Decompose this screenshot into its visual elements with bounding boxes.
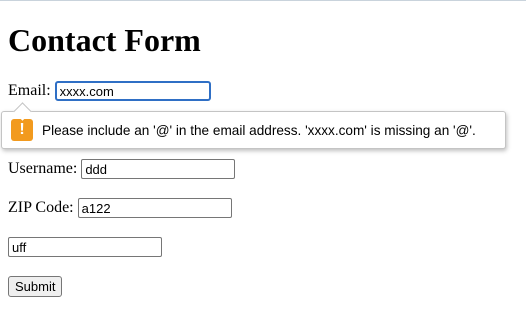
warning-icon: !	[11, 119, 33, 141]
tooltip-arrow	[13, 102, 32, 121]
username-field[interactable]	[81, 159, 236, 179]
zip-field[interactable]	[77, 198, 232, 218]
extra-row	[8, 236, 162, 258]
email-label: Email:	[8, 82, 51, 99]
email-row: Email:	[8, 80, 211, 102]
page-title: Contact Form	[8, 22, 201, 58]
email-field[interactable]	[54, 81, 211, 101]
submit-button[interactable]: Submit	[8, 276, 63, 297]
username-row: Username:	[8, 158, 236, 180]
tooltip-message: Please include an '@' in the email addre…	[42, 122, 476, 138]
top-divider	[0, 0, 526, 1]
extra-field[interactable]	[8, 237, 162, 257]
zip-label: ZIP Code:	[8, 199, 74, 216]
username-label: Username:	[8, 160, 78, 177]
zip-row: ZIP Code:	[8, 197, 232, 219]
validation-tooltip: ! Please include an '@' in the email add…	[1, 102, 506, 149]
